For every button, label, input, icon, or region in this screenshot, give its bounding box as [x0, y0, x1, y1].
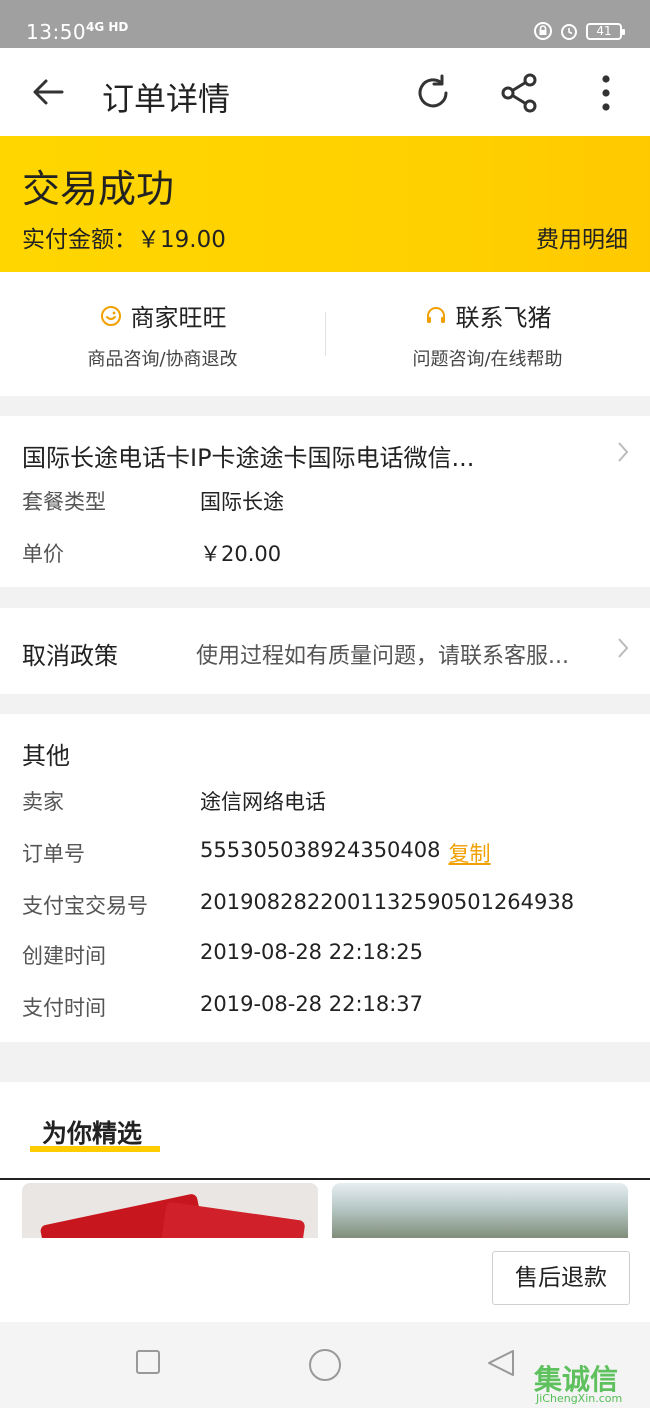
contact-seller-title: 商家旺旺	[130, 304, 227, 332]
lock-icon	[534, 22, 552, 40]
order-status-banner: 交易成功 实付金额：￥19.00 费用明细	[0, 136, 650, 272]
product-row-package: 套餐类型 国际长途	[22, 486, 284, 516]
paid-label: 实付金额：	[22, 227, 137, 253]
row-value: 国际长途	[200, 490, 284, 514]
row-key: 单价	[22, 542, 64, 566]
row-value: 2019-08-28 22:18:37	[200, 992, 424, 1016]
recommend-divider	[0, 1178, 650, 1180]
recommend-item-image[interactable]	[22, 1183, 318, 1238]
page-title: 订单详情	[102, 80, 231, 118]
top-nav-bar: 订单详情	[0, 48, 650, 136]
recommend-item-image[interactable]	[332, 1183, 628, 1238]
info-row-seller: 卖家 途信网络电话	[22, 786, 326, 816]
share-icon[interactable]	[498, 72, 540, 114]
back-icon[interactable]	[486, 1348, 516, 1378]
policy-label: 取消政策	[22, 642, 118, 670]
row-key: 卖家	[22, 790, 64, 814]
row-value: 途信网络电话	[200, 790, 326, 814]
row-value: ￥20.00	[200, 542, 282, 566]
watermark-en: JiChengXin.com	[536, 1392, 623, 1405]
recent-apps-icon[interactable]	[134, 1348, 162, 1376]
back-arrow-icon[interactable]	[28, 72, 68, 112]
headset-icon	[426, 306, 445, 323]
battery-icon: 41	[586, 22, 625, 40]
row-value: 2019082822001132590501264938	[200, 890, 575, 914]
row-key: 套餐类型	[22, 490, 106, 514]
fee-detail-link[interactable]: 费用明细	[536, 220, 628, 254]
recommend-section: 为你精选	[0, 1082, 650, 1238]
info-row-alipay-no: 支付宝交易号 2019082822001132590501264938	[22, 890, 574, 920]
info-row-paid-time: 支付时间 2019-08-28 22:18:37	[22, 992, 423, 1022]
row-key: 创建时间	[22, 944, 106, 968]
watermark: 集诚信 JiChengXin.com	[534, 1358, 650, 1408]
row-key: 支付宝交易号	[22, 894, 148, 918]
contact-seller-subtitle: 商品咨询/协商退改	[87, 349, 238, 370]
phone-card-image	[158, 1201, 306, 1238]
other-info-title: 其他	[22, 742, 70, 770]
order-status: 交易成功	[22, 167, 175, 211]
row-value: 555305038924350408	[200, 838, 441, 862]
home-icon[interactable]	[308, 1348, 342, 1382]
paid-amount: 实付金额：￥19.00	[22, 220, 226, 254]
policy-value: 使用过程如有质量问题，请联系客服...	[196, 644, 569, 669]
row-key: 订单号	[22, 842, 85, 866]
after-sale-refund-button[interactable]: 售后退款	[492, 1251, 630, 1305]
recommend-title: 为你精选	[42, 1119, 143, 1148]
row-value: 2019-08-28 22:18:25	[200, 940, 424, 964]
contact-fliggy-title: 联系飞猪	[455, 304, 552, 332]
row-key: 支付时间	[22, 996, 106, 1020]
info-row-created: 创建时间 2019-08-28 22:18:25	[22, 940, 423, 970]
chevron-right-icon	[618, 442, 629, 462]
status-time: 13:50	[26, 20, 87, 44]
wangwang-icon	[100, 305, 121, 326]
alarm-icon	[561, 24, 577, 40]
contact-fliggy-subtitle: 问题咨询/在线帮助	[412, 349, 563, 370]
copy-order-no-link[interactable]: 复制	[449, 838, 491, 868]
product-row-price: 单价 ￥20.00	[22, 538, 281, 568]
chevron-right-icon	[618, 638, 629, 658]
paid-value: ￥19.00	[137, 227, 226, 253]
bottom-action-bar: 售后退款	[0, 1238, 650, 1322]
contact-section: 商家旺旺 商品咨询/协商退改 联系飞猪 问题咨询/在线帮助	[0, 272, 650, 396]
info-row-order-no: 订单号 555305038924350408 复制	[22, 838, 491, 868]
network-indicator: 4G HD	[86, 20, 129, 34]
contact-fliggy-button[interactable]: 联系飞猪 问题咨询/在线帮助	[325, 298, 650, 371]
product-card[interactable]: 国际长途电话卡IP卡途途卡国际电话微信... 套餐类型 国际长途 单价 ￥20.…	[0, 416, 650, 587]
contact-seller-button[interactable]: 商家旺旺 商品咨询/协商退改	[0, 298, 325, 371]
other-info-card: 其他 卖家 途信网络电话 订单号 555305038924350408 复制 支…	[0, 714, 650, 1042]
status-bar: 13:50 4G HD 41	[0, 0, 650, 48]
more-options-icon[interactable]	[592, 72, 620, 114]
refresh-icon[interactable]	[412, 72, 454, 114]
product-name: 国际长途电话卡IP卡途途卡国际电话微信...	[22, 444, 475, 472]
status-icons: 41	[534, 22, 625, 40]
cancel-policy-row[interactable]: 取消政策 使用过程如有质量问题，请联系客服...	[0, 608, 650, 694]
